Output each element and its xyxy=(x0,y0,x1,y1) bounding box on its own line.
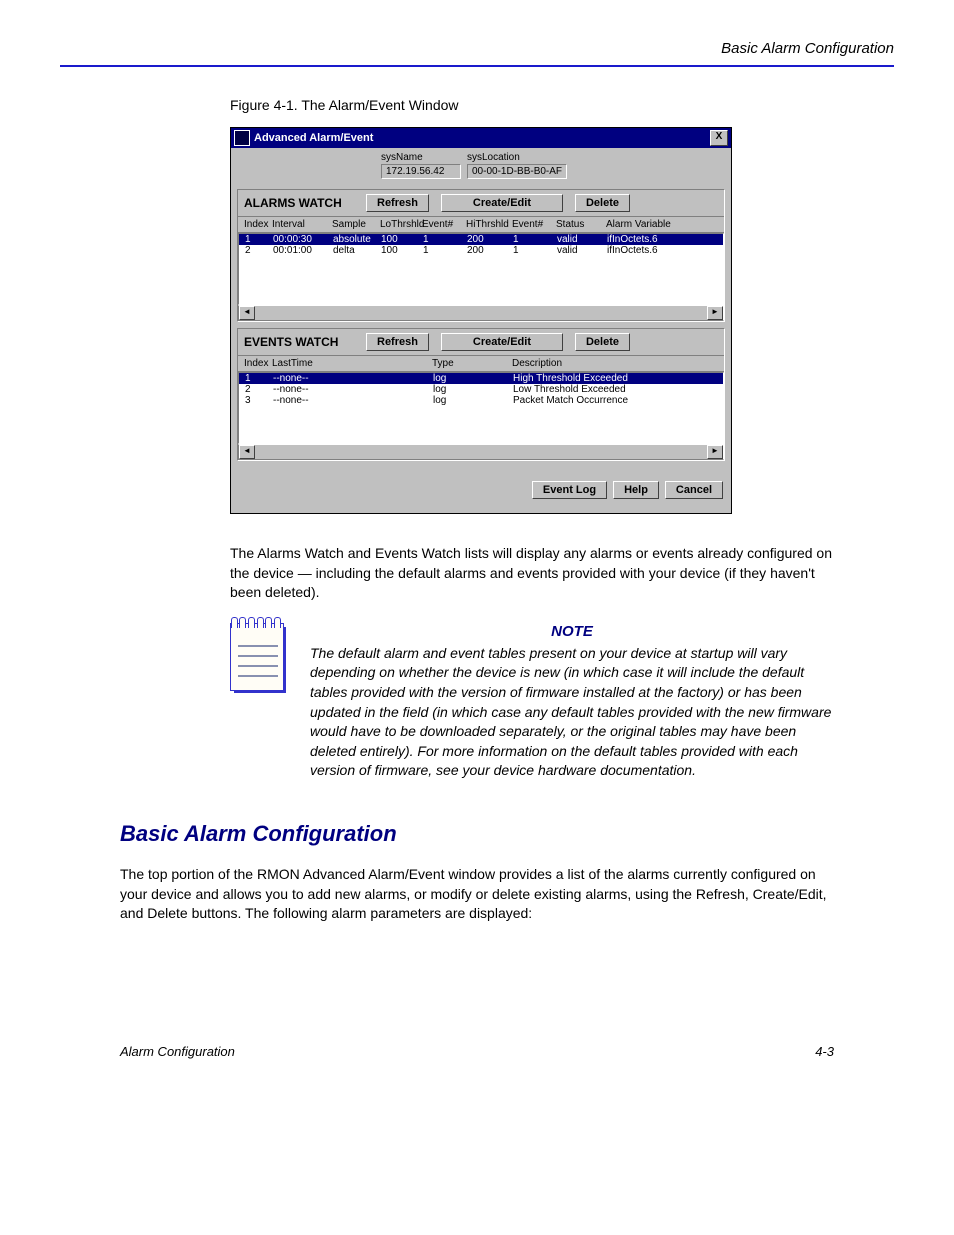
event-log-button[interactable]: Event Log xyxy=(532,481,607,499)
alarms-refresh-button[interactable]: Refresh xyxy=(366,194,429,212)
alarms-delete-button[interactable]: Delete xyxy=(575,194,630,212)
scroll-left-icon[interactable]: ◄ xyxy=(239,445,255,459)
alarms-create-edit-button[interactable]: Create/Edit xyxy=(441,194,563,212)
events-scrollbar[interactable]: ◄ ► xyxy=(238,444,724,460)
body-paragraph-2: The top portion of the RMON Advanced Ala… xyxy=(120,865,834,924)
table-row[interactable]: 200:01:00delta10012001validifInOctets.6 xyxy=(239,245,723,256)
scroll-left-icon[interactable]: ◄ xyxy=(239,306,255,320)
events-refresh-button[interactable]: Refresh xyxy=(366,333,429,351)
sysname-label: sysName xyxy=(381,152,461,163)
top-rule xyxy=(60,65,894,67)
col-alarm-variable: Alarm Variable xyxy=(606,219,686,230)
col-lasttime: LastTime xyxy=(272,358,432,369)
cancel-button[interactable]: Cancel xyxy=(665,481,723,499)
col-lothreshold: LoThrshld xyxy=(380,219,422,230)
syslocation-value: 00-00-1D-BB-B0-AF xyxy=(467,164,567,179)
sysname-value: 172.19.56.42 xyxy=(381,164,461,179)
page-header-right: Basic Alarm Configuration xyxy=(60,40,894,57)
alarms-section: ALARMS WATCH Refresh Create/Edit Delete … xyxy=(237,189,725,322)
alarms-list[interactable]: 100:00:30absolute10012001validifInOctets… xyxy=(238,233,724,305)
close-button[interactable]: X xyxy=(710,130,728,146)
dialog-title: Advanced Alarm/Event xyxy=(254,132,373,144)
system-fields: sysName 172.19.56.42 sysLocation 00-00-1… xyxy=(231,148,731,183)
col-event2: Event# xyxy=(512,219,556,230)
alarms-title: ALARMS WATCH xyxy=(244,196,354,210)
footer-left: Alarm Configuration xyxy=(120,1044,235,1059)
events-delete-button[interactable]: Delete xyxy=(575,333,630,351)
table-row[interactable]: 3--none--logPacket Match Occurrence xyxy=(239,395,723,406)
col-status: Status xyxy=(556,219,606,230)
alarms-scrollbar[interactable]: ◄ ► xyxy=(238,305,724,321)
syslocation-label: sysLocation xyxy=(467,152,567,163)
col-index: Index xyxy=(244,358,272,369)
col-type: Type xyxy=(432,358,512,369)
events-title: EVENTS WATCH xyxy=(244,335,354,349)
system-menu-icon[interactable] xyxy=(234,130,250,146)
events-list[interactable]: 1--none--logHigh Threshold Exceeded2--no… xyxy=(238,372,724,444)
events-columns: Index LastTime Type Description xyxy=(238,356,724,372)
section-heading: Basic Alarm Configuration xyxy=(120,821,834,847)
dialog-titlebar: Advanced Alarm/Event X xyxy=(231,128,731,148)
footer-right: 4-3 xyxy=(815,1044,834,1059)
col-description: Description xyxy=(512,358,712,369)
events-create-edit-button[interactable]: Create/Edit xyxy=(441,333,563,351)
figure-caption: Figure 4-1. The Alarm/Event Window xyxy=(230,97,894,113)
scroll-right-icon[interactable]: ► xyxy=(707,306,723,320)
table-row[interactable]: 100:00:30absolute10012001validifInOctets… xyxy=(239,234,723,245)
col-interval: Interval xyxy=(272,219,332,230)
col-index: Index xyxy=(244,219,272,230)
alarm-event-dialog: Advanced Alarm/Event X sysName 172.19.56… xyxy=(230,127,732,514)
events-section: EVENTS WATCH Refresh Create/Edit Delete … xyxy=(237,328,725,461)
note-label: NOTE xyxy=(310,623,834,640)
col-event1: Event# xyxy=(422,219,466,230)
table-row[interactable]: 2--none--logLow Threshold Exceeded xyxy=(239,384,723,395)
body-paragraph-1: The Alarms Watch and Events Watch lists … xyxy=(230,544,834,603)
note-body: The default alarm and event tables prese… xyxy=(310,644,834,781)
figure-screenshot: Advanced Alarm/Event X sysName 172.19.56… xyxy=(230,127,894,514)
col-hithreshold: HiThrshld xyxy=(466,219,512,230)
page-footer: Alarm Configuration 4-3 xyxy=(120,1044,834,1059)
table-row[interactable]: 1--none--logHigh Threshold Exceeded xyxy=(239,373,723,384)
col-sample: Sample xyxy=(332,219,380,230)
dialog-bottom-buttons: Event Log Help Cancel xyxy=(231,467,731,513)
alarms-columns: Index Interval Sample LoThrshld Event# H… xyxy=(238,217,724,233)
help-button[interactable]: Help xyxy=(613,481,659,499)
scroll-right-icon[interactable]: ► xyxy=(707,445,723,459)
note-block: NOTE The default alarm and event tables … xyxy=(230,623,834,781)
note-icon xyxy=(230,623,290,693)
